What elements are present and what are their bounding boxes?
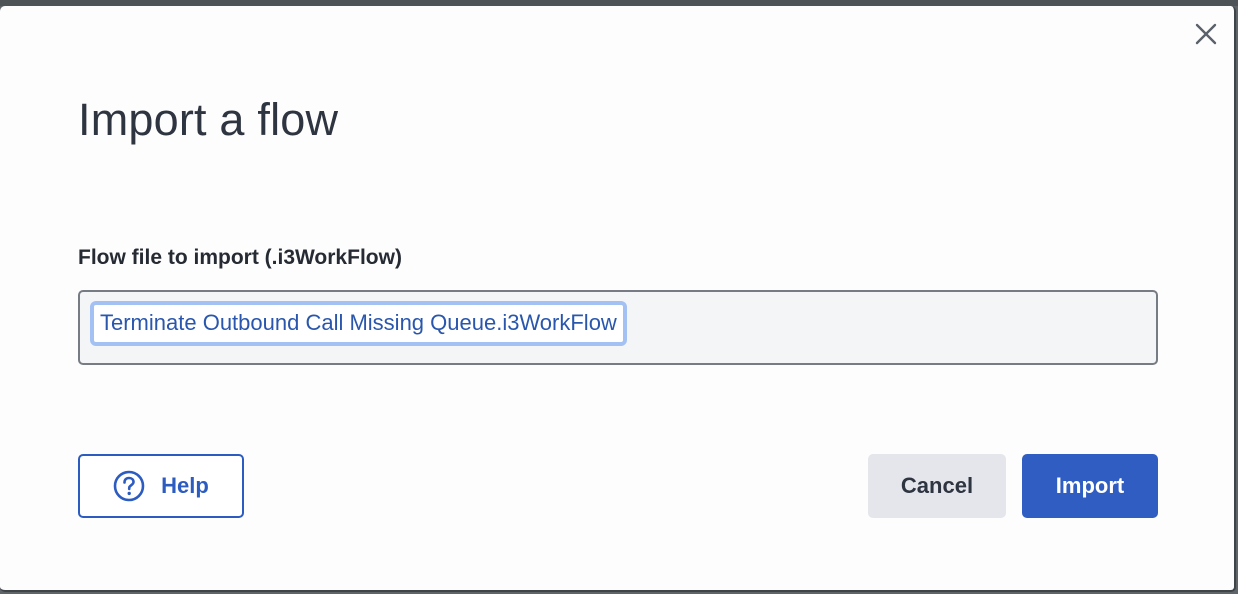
cancel-button-label: Cancel bbox=[900, 473, 974, 498]
dialog-title: Import a flow bbox=[78, 94, 339, 145]
question-circle-icon bbox=[113, 470, 145, 502]
help-button[interactable]: Help bbox=[78, 454, 244, 518]
close-icon bbox=[1195, 23, 1217, 45]
file-field-label: Flow file to import (.i3WorkFlow) bbox=[78, 246, 402, 269]
import-button[interactable]: Import bbox=[1022, 454, 1158, 518]
help-button-label: Help bbox=[161, 473, 209, 498]
cancel-button[interactable]: Cancel bbox=[868, 454, 1006, 518]
close-button[interactable] bbox=[1192, 20, 1220, 48]
file-drop-input[interactable]: Terminate Outbound Call Missing Queue.i3… bbox=[78, 290, 1158, 365]
import-button-label: Import bbox=[1055, 473, 1125, 498]
selected-file-name[interactable]: Terminate Outbound Call Missing Queue.i3… bbox=[90, 301, 627, 346]
import-flow-dialog: Import a flow Flow file to import (.i3Wo… bbox=[0, 6, 1236, 592]
